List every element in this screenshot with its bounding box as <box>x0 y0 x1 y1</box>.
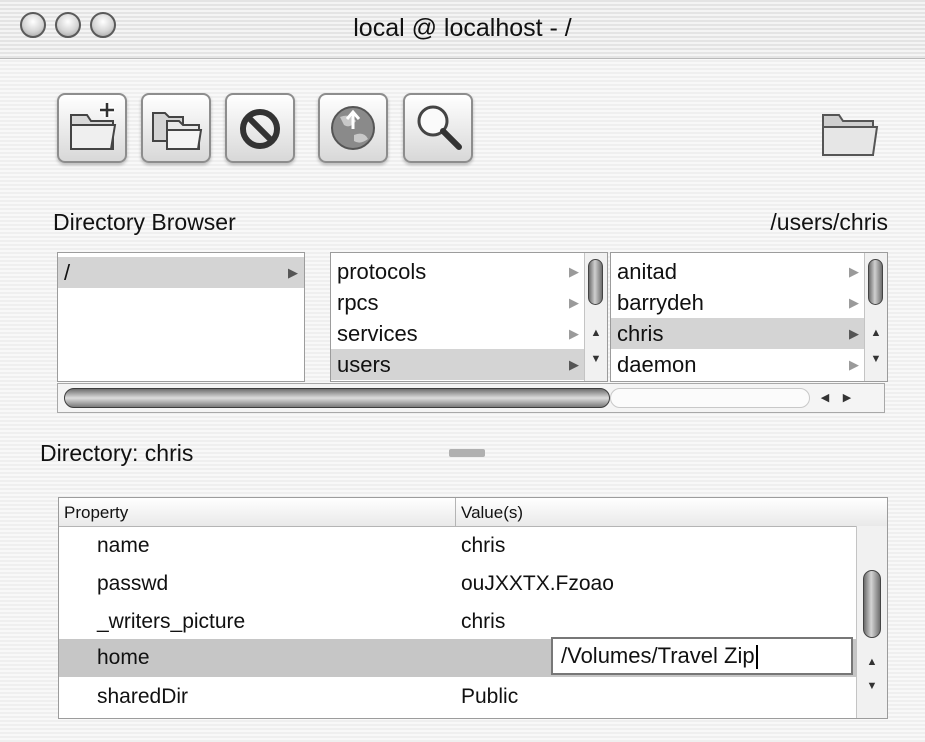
browser-item[interactable]: chris ▶ <box>611 318 865 349</box>
new-folder-icon <box>70 103 117 150</box>
browser-item[interactable]: protocols ▶ <box>331 256 585 287</box>
title-bar: local @ localhost - / <box>0 0 925 59</box>
scroll-down-arrow-icon[interactable]: ▼ <box>865 349 887 369</box>
browser-item[interactable]: users ▶ <box>331 349 585 380</box>
table-row[interactable]: sharedDir Public <box>59 678 857 716</box>
browser-item[interactable]: rpcs ▶ <box>331 287 585 318</box>
disclosure-arrow-icon: ▶ <box>849 264 859 279</box>
directory-browser-label: Directory Browser <box>53 209 236 235</box>
new-folder-button[interactable] <box>57 93 127 163</box>
scroll-down-arrow-icon[interactable]: ▼ <box>585 349 607 369</box>
folder-display <box>815 93 885 163</box>
disclosure-arrow-icon: ▶ <box>849 326 859 341</box>
delete-icon <box>240 109 280 149</box>
disclosure-arrow-icon: ▶ <box>849 295 859 310</box>
network-globe-icon <box>331 106 375 150</box>
directory-label: Directory: chris <box>40 440 194 466</box>
scroll-up-arrow-icon[interactable]: ▲ <box>861 652 883 672</box>
disclosure-arrow-icon: ▶ <box>849 357 859 372</box>
scroll-thumb[interactable] <box>868 259 883 305</box>
column-scrollbar[interactable]: ▲ ▼ <box>864 253 887 381</box>
scroll-up-arrow-icon[interactable]: ▲ <box>585 323 607 343</box>
splitter-handle[interactable] <box>449 449 485 457</box>
table-scroll-thumb[interactable] <box>863 570 881 638</box>
browser-item[interactable]: barrydeh ▶ <box>611 287 865 318</box>
browser-column-3[interactable]: anitad ▶ barrydeh ▶ chris ▶ daemon ▶ ▲ ▼ <box>610 252 888 382</box>
disclosure-arrow-icon: ▶ <box>569 264 579 279</box>
table-header: Property Value(s) <box>59 498 887 527</box>
column-divider[interactable] <box>455 498 456 526</box>
column-scrollbar[interactable]: ▲ ▼ <box>584 253 607 381</box>
scroll-left-arrow-icon[interactable]: ◀ <box>814 386 836 410</box>
horizontal-scroll-thumb[interactable] <box>64 388 610 408</box>
scroll-thumb[interactable] <box>588 259 603 305</box>
browser-item[interactable]: daemon ▶ <box>611 349 865 380</box>
property-table[interactable]: Property Value(s) name chris passwd ouJX… <box>58 497 888 719</box>
browser-column-1[interactable]: / ▶ <box>57 252 305 382</box>
delete-button[interactable] <box>225 93 295 163</box>
window-title: local @ localhost - / <box>353 14 572 42</box>
table-row[interactable]: _writers_picture chris <box>59 603 857 641</box>
browser-column-2[interactable]: protocols ▶ rpcs ▶ services ▶ users ▶ ▲ … <box>330 252 608 382</box>
browser-horizontal-scrollbar[interactable]: ◀ ▶ <box>57 383 885 413</box>
header-values[interactable]: Value(s) <box>461 503 523 523</box>
scroll-right-arrow-icon[interactable]: ▶ <box>836 386 858 410</box>
network-button[interactable] <box>318 93 388 163</box>
scroll-track <box>610 388 810 408</box>
search-icon <box>417 105 462 150</box>
search-button[interactable] <box>403 93 473 163</box>
disclosure-arrow-icon: ▶ <box>569 357 579 372</box>
browser-item[interactable]: anitad ▶ <box>611 256 865 287</box>
disclosure-arrow-icon: ▶ <box>569 295 579 310</box>
duplicate-button[interactable] <box>141 93 211 163</box>
folder-icon <box>822 114 879 156</box>
browser-item[interactable]: services ▶ <box>331 318 585 349</box>
value-edit-field[interactable]: /Volumes/Travel Zip <box>551 637 853 675</box>
duplicate-folders-icon <box>152 112 203 150</box>
table-row[interactable]: passwd ouJXXTX.Fzoao <box>59 565 857 603</box>
text-caret <box>755 645 758 670</box>
current-path: /users/chris <box>770 209 888 235</box>
table-scrollbar[interactable]: ▲ ▼ <box>856 526 887 718</box>
scroll-down-arrow-icon[interactable]: ▼ <box>861 676 883 696</box>
browser-item[interactable]: / ▶ <box>58 257 304 288</box>
disclosure-arrow-icon: ▶ <box>569 326 579 341</box>
table-row[interactable]: name chris <box>59 527 857 565</box>
header-property[interactable]: Property <box>64 503 128 523</box>
scroll-up-arrow-icon[interactable]: ▲ <box>865 323 887 343</box>
disclosure-arrow-icon: ▶ <box>288 265 298 280</box>
